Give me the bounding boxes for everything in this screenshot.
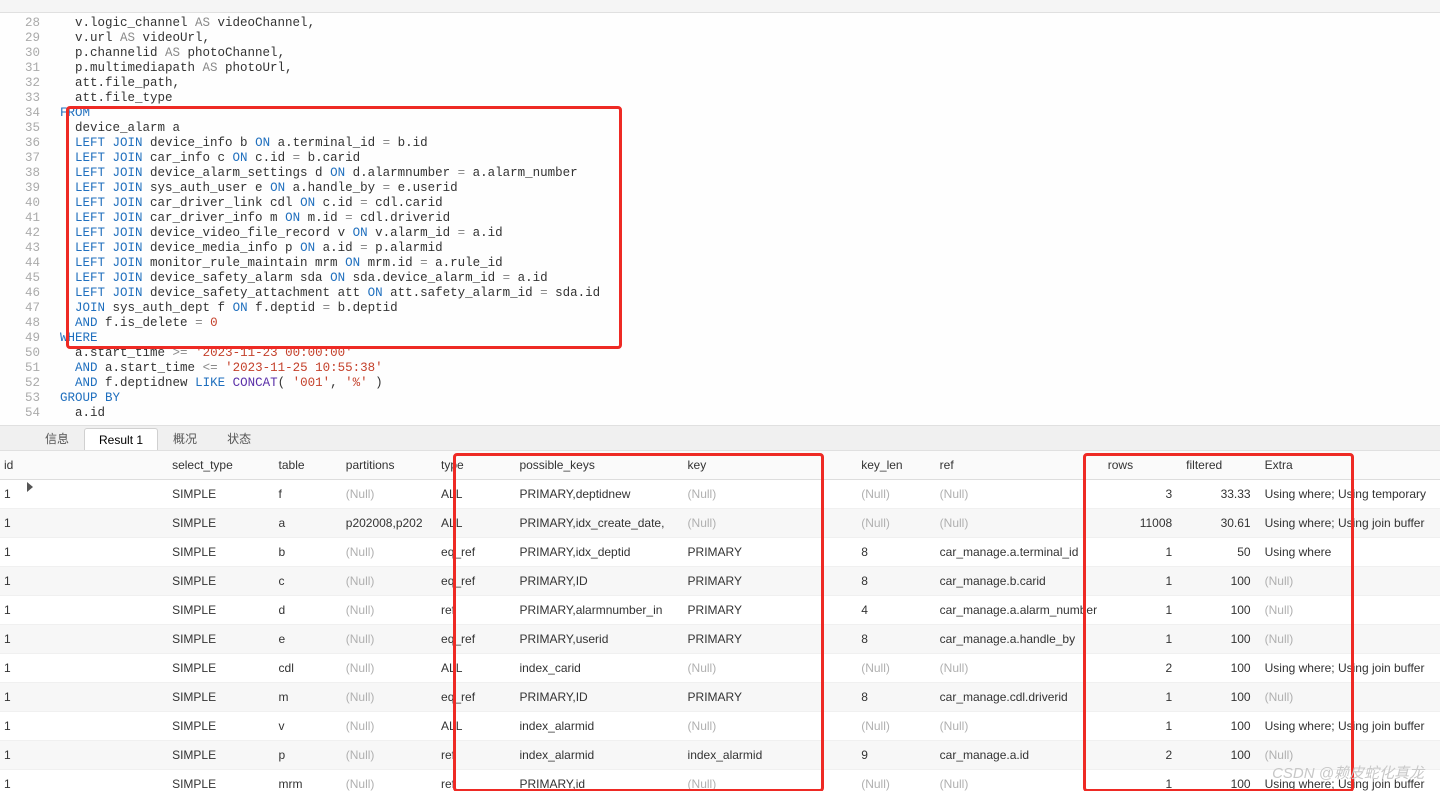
table-row[interactable]: 1SIMPLEmrm(Null)refPRIMARY,id(Null)(Null…	[0, 770, 1440, 792]
current-row-icon	[27, 482, 33, 492]
tab-status[interactable]: 状态	[212, 425, 266, 450]
col-extra[interactable]: Extra	[1261, 451, 1440, 480]
table-row[interactable]: 1SIMPLEap202008,p202ALLPRIMARY,idx_creat…	[0, 509, 1440, 538]
table-row[interactable]: 1SIMPLEe(Null)eq_refPRIMARY,useridPRIMAR…	[0, 625, 1440, 654]
col-table[interactable]: table	[275, 451, 342, 480]
result-grid-wrap: idselect_typetablepartitionstypepossible…	[0, 450, 1440, 791]
col-partitions[interactable]: partitions	[342, 451, 437, 480]
table-row[interactable]: 1SIMPLEm(Null)eq_refPRIMARY,IDPRIMARY8ca…	[0, 683, 1440, 712]
line-gutter: 2829303132333435363738394041424344454647…	[0, 16, 60, 421]
col-filtered[interactable]: filtered	[1182, 451, 1260, 480]
col-rows[interactable]: rows	[1104, 451, 1182, 480]
toolbar	[0, 0, 1440, 13]
tab-info[interactable]: 信息	[30, 425, 84, 450]
table-row[interactable]: 1SIMPLEp(Null)refindex_alarmidindex_alar…	[0, 741, 1440, 770]
table-row[interactable]: 1SIMPLEc(Null)eq_refPRIMARY,IDPRIMARY8ca…	[0, 567, 1440, 596]
table-row[interactable]: 1SIMPLEb(Null)eq_refPRIMARY,idx_deptidPR…	[0, 538, 1440, 567]
table-row[interactable]: 1SIMPLEf(Null)ALLPRIMARY,deptidnew(Null)…	[0, 480, 1440, 509]
col-key[interactable]: key	[684, 451, 858, 480]
explain-result-grid[interactable]: idselect_typetablepartitionstypepossible…	[0, 451, 1440, 791]
table-row[interactable]: 1SIMPLEcdl(Null)ALLindex_carid(Null)(Nul…	[0, 654, 1440, 683]
tab-profile[interactable]: 概况	[158, 425, 212, 450]
table-row[interactable]: 1SIMPLEv(Null)ALLindex_alarmid(Null)(Nul…	[0, 712, 1440, 741]
col-possible_keys[interactable]: possible_keys	[515, 451, 683, 480]
col-id[interactable]: id	[0, 451, 168, 480]
tab-result[interactable]: Result 1	[84, 428, 158, 450]
col-select_type[interactable]: select_type	[168, 451, 274, 480]
col-type[interactable]: type	[437, 451, 515, 480]
table-row[interactable]: 1SIMPLEd(Null)refPRIMARY,alarmnumber_inP…	[0, 596, 1440, 625]
col-ref[interactable]: ref	[936, 451, 1104, 480]
result-tabs: 信息 Result 1 概况 状态	[0, 425, 1440, 450]
code-area[interactable]: v.logic_channel AS videoChannel, v.url A…	[60, 16, 1440, 421]
sql-editor[interactable]: 2829303132333435363738394041424344454647…	[0, 13, 1440, 425]
col-key_len[interactable]: key_len	[857, 451, 935, 480]
